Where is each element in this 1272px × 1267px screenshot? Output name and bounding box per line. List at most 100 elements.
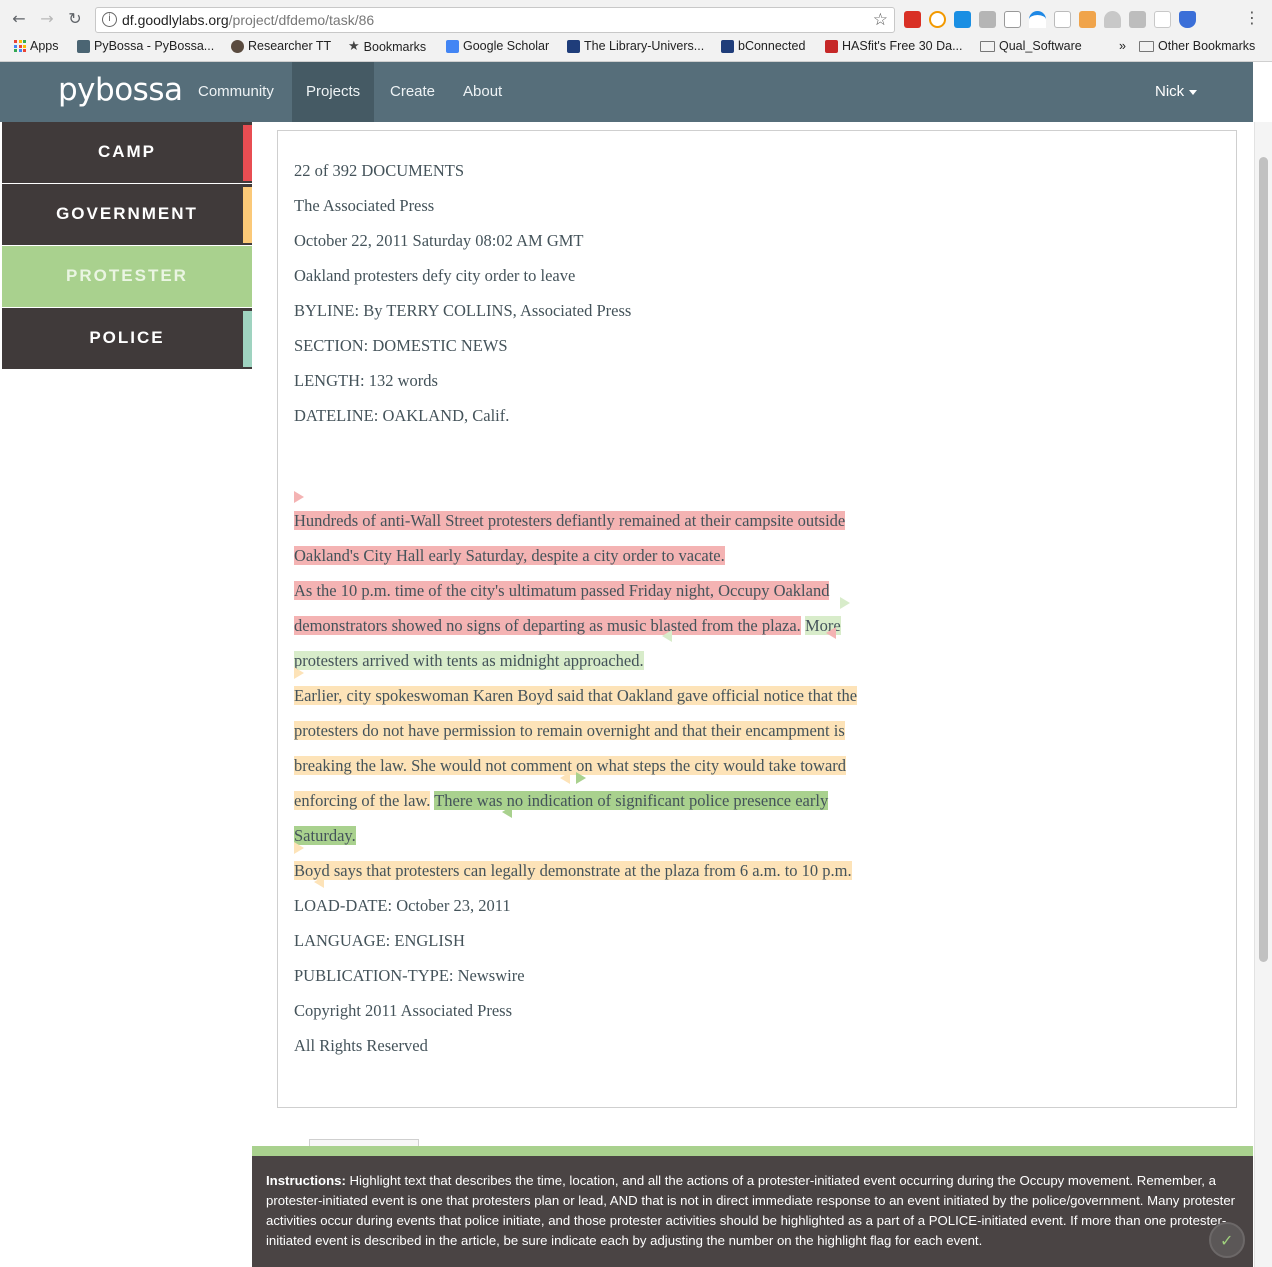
bookmark-researcher-tt[interactable]: Researcher TT xyxy=(231,39,331,53)
doc-section: SECTION: DOMESTIC NEWS xyxy=(294,336,508,355)
extension-doc-icon[interactable] xyxy=(1004,11,1021,28)
highlight-start-flag[interactable] xyxy=(294,842,304,854)
doc-headline: Oakland protesters defy city order to le… xyxy=(294,266,576,285)
extension-window-icon[interactable] xyxy=(954,11,971,28)
category-color-stripe xyxy=(243,125,252,181)
extension-chat-icon[interactable] xyxy=(1054,11,1071,28)
highlight-end-flag[interactable] xyxy=(560,772,570,784)
cal-favicon-icon xyxy=(721,39,734,53)
extension-face-icon[interactable] xyxy=(1079,11,1096,28)
highlight-start-flag[interactable] xyxy=(576,772,586,784)
back-icon[interactable]: ← xyxy=(9,9,29,29)
cal-favicon-icon xyxy=(567,39,580,53)
star-icon: ★ xyxy=(348,39,360,54)
highlight-camp[interactable]: Hundreds of anti-Wall Street protesters … xyxy=(294,511,846,565)
user-menu[interactable]: Nick xyxy=(1155,62,1198,122)
instructions-label: Instructions: xyxy=(266,1173,346,1188)
bookmark-label: Other Bookmarks xyxy=(1158,39,1256,53)
highlight-end-flag[interactable] xyxy=(314,876,324,888)
document-body: 22 of 392 DOCUMENTS The Associated Press… xyxy=(294,153,894,1063)
url-text[interactable]: df.goodlylabs.org/project/dfdemo/task/86 xyxy=(122,12,374,28)
extension-cloud-icon[interactable] xyxy=(1104,11,1121,28)
doc-language: LANGUAGE: ENGLISH xyxy=(294,931,465,950)
doc-byline: BYLINE: By TERRY COLLINS, Associated Pre… xyxy=(294,301,632,320)
bookmark-pybossa[interactable]: PyBossa - PyBossa... xyxy=(77,39,214,53)
extension-calendar-icon[interactable] xyxy=(904,11,921,28)
shield-check-icon[interactable]: ✓ xyxy=(1209,1222,1245,1258)
bookmark-bconnected[interactable]: bConnected xyxy=(721,39,805,53)
reload-icon[interactable]: ↻ xyxy=(65,9,85,29)
browser-toolbar: ← → ↻ i df.goodlylabs.org/project/dfdemo… xyxy=(0,0,1272,38)
highlight-camp[interactable]: As the 10 p.m. time of the city's ultima… xyxy=(294,581,830,635)
forward-icon[interactable]: → xyxy=(37,9,57,29)
category-protester[interactable]: PROTESTER xyxy=(2,246,252,307)
extension-k-icon[interactable] xyxy=(1129,11,1146,28)
extension-b-icon[interactable] xyxy=(1154,11,1171,28)
highlight-start-flag[interactable] xyxy=(840,597,850,609)
highlight-start-flag[interactable] xyxy=(294,491,304,503)
highlight-end-flag[interactable] xyxy=(826,627,836,639)
bookmark-google-scholar[interactable]: Google Scholar xyxy=(446,39,549,53)
bookmark-label: Qual_Software xyxy=(999,39,1082,53)
bookmark-label: HASfit's Free 30 Da... xyxy=(842,39,963,53)
bookmark-apps[interactable]: Apps xyxy=(14,39,59,53)
folder-icon xyxy=(1139,40,1154,52)
instructions-text: Highlight text that describes the time, … xyxy=(266,1173,1236,1248)
category-camp[interactable]: CAMP xyxy=(2,122,252,183)
url-path: /project/dfdemo/task/86 xyxy=(228,12,375,28)
extension-swirl-icon[interactable] xyxy=(929,11,946,28)
category-government[interactable]: GOVERNMENT xyxy=(2,184,252,245)
bookmark-label: PyBossa - PyBossa... xyxy=(94,39,215,53)
info-icon[interactable]: i xyxy=(102,12,117,27)
extension-shield-icon[interactable] xyxy=(1179,11,1196,28)
instructions-panel: Instructions: Highlight text that descri… xyxy=(252,1156,1253,1267)
address-bar[interactable]: i df.goodlylabs.org/project/dfdemo/task/… xyxy=(95,7,895,33)
category-color-stripe xyxy=(243,311,252,367)
user-name: Nick xyxy=(1155,83,1185,100)
brand-logo[interactable]: pybossa xyxy=(58,72,183,108)
highlight-start-flag[interactable] xyxy=(294,667,304,679)
bookmarks-bar: Apps PyBossa - PyBossa... Researcher TT … xyxy=(0,38,1272,58)
pybossa-favicon-icon xyxy=(77,39,90,53)
page-scrollbar[interactable] xyxy=(1254,122,1272,1267)
scrollbar-thumb[interactable] xyxy=(1259,157,1268,962)
paragraph-4[interactable]: Boyd says that protesters can legally de… xyxy=(294,853,894,888)
bookmark-label: Bookmarks xyxy=(363,39,427,54)
nav-projects[interactable]: Projects xyxy=(292,62,375,122)
menu-dots-icon[interactable]: ⋮ xyxy=(1244,8,1260,27)
bookmark-star-icon[interactable]: ☆ xyxy=(873,10,888,30)
paragraph-3[interactable]: Earlier, city spokeswoman Karen Boyd sai… xyxy=(294,678,894,853)
bookmark-bookmarks[interactable]: ★ Bookmarks xyxy=(348,39,426,54)
paragraph-2[interactable]: As the 10 p.m. time of the city's ultima… xyxy=(294,573,894,678)
category-label: CAMP xyxy=(97,142,157,161)
paragraph-1[interactable]: Hundreds of anti-Wall Street protesters … xyxy=(294,503,894,573)
bookmark-label: The Library-Univers... xyxy=(584,39,705,53)
nav-community[interactable]: Community xyxy=(184,62,288,122)
apps-grid-icon xyxy=(14,40,26,52)
caret-down-icon xyxy=(1189,89,1198,95)
bookmark-label: Researcher TT xyxy=(248,39,332,53)
instructions-color-bar xyxy=(252,1146,1253,1156)
category-label: GOVERNMENT xyxy=(56,204,198,223)
bookmark-overflow-chevron[interactable]: » xyxy=(1119,39,1126,53)
extension-icons xyxy=(904,11,1196,29)
extension-rainbow-icon[interactable] xyxy=(1029,11,1046,28)
bookmark-label: bConnected xyxy=(738,39,806,53)
nav-create[interactable]: Create xyxy=(376,62,449,122)
nav-about[interactable]: About xyxy=(449,62,516,122)
document-panel: 22 of 392 DOCUMENTS The Associated Press… xyxy=(277,130,1237,1108)
url-host: df.goodlylabs.org xyxy=(122,12,229,28)
bookmark-qual-software[interactable]: Qual_Software xyxy=(980,39,1082,53)
bookmark-hasfit[interactable]: HASfit's Free 30 Da... xyxy=(825,39,962,53)
bookmark-label: Google Scholar xyxy=(463,39,550,53)
highlight-end-flag[interactable] xyxy=(502,806,512,818)
highlight-end-flag[interactable] xyxy=(662,630,672,642)
highlight-government[interactable]: Boyd says that protesters can legally de… xyxy=(294,861,852,880)
bookmark-library[interactable]: The Library-Univers... xyxy=(567,39,704,53)
doc-count: 22 of 392 DOCUMENTS xyxy=(294,161,465,180)
category-sidebar: CAMP GOVERNMENT PROTESTER POLICE xyxy=(2,122,252,370)
category-police[interactable]: POLICE xyxy=(2,308,252,369)
bookmark-other[interactable]: Other Bookmarks xyxy=(1139,39,1255,53)
extension-gray-icon[interactable] xyxy=(979,11,996,28)
